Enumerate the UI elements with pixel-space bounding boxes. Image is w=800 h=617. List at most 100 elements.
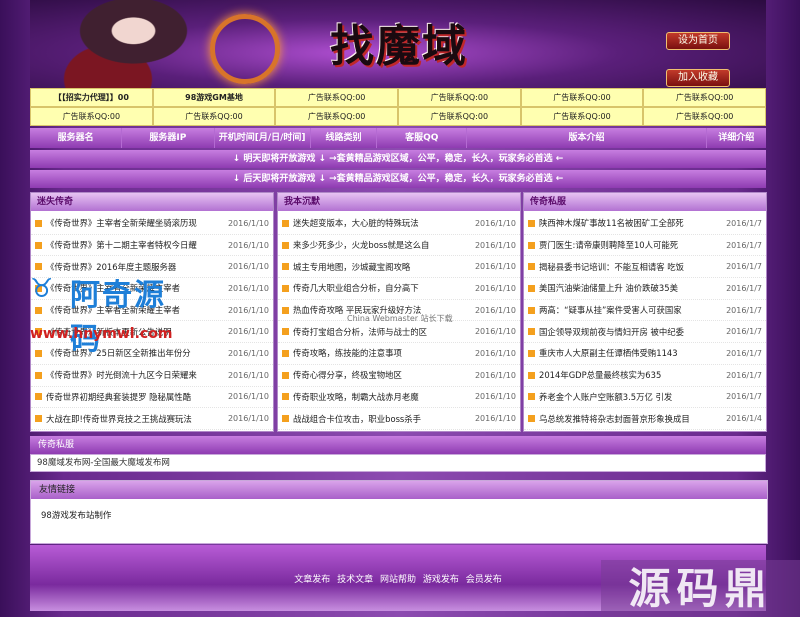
list-item[interactable]: 传奇打宝组合分析，法师与战士的区 2016/1/10 — [278, 321, 520, 344]
list-item[interactable]: 迷失超变版本，大心脏的特殊玩法 2016/1/10 — [278, 213, 520, 235]
bullet-icon — [528, 349, 535, 357]
col-open-time: 开机时间[月/日/时间] — [215, 128, 311, 148]
ad-cell[interactable]: 98游戏GM基地 — [152, 88, 276, 107]
sifu-bar: 传奇私服 98魔域发布网-全国最大魔域发布网 — [30, 436, 766, 472]
col-detail: 详细介绍 — [718, 133, 755, 143]
col-server-ip: 服务器IP — [122, 128, 215, 148]
ad-cell[interactable]: 【【招实力代理】】00 — [30, 88, 153, 107]
bullet-icon — [282, 306, 289, 314]
bullet-icon — [35, 371, 42, 379]
list-item[interactable]: 两高：“疑事从挂”案件受害人可获国家 2016/1/7 — [524, 300, 766, 322]
ad-cell[interactable]: 广告联系QQ:00 — [520, 88, 644, 107]
list-item[interactable]: 传奇几大职业组合分析，自分高下 2016/1/10 — [278, 278, 520, 300]
header-ring-icon — [210, 14, 280, 84]
bullet-icon — [528, 393, 535, 401]
ad-cell[interactable]: 广告联系QQ:00 — [397, 107, 521, 126]
list-item[interactable]: 贾门医生:请帝康则聘降至10人可能死 2016/1/7 — [524, 235, 766, 257]
notice-day-after: ↓ 后天即将开放游戏 ↓ →套黄精品游戏区域，公平，稳定，长久，玩家务必首选 ← — [30, 170, 766, 188]
list-item[interactable]: 传奇攻略，练技能的注意事项 2016/1/10 — [278, 343, 520, 365]
friend-links-title: 友情链接 — [31, 481, 767, 499]
ad-cell[interactable]: 广告联系QQ:00 — [643, 107, 766, 126]
bullet-icon — [282, 415, 289, 423]
list-item[interactable]: 陕西神木煤矿事故11名被困矿工全部死 2016/1/7 — [524, 213, 766, 235]
col-line-type: 线路类别 — [311, 128, 378, 148]
site-logo[interactable]: 找魔域 — [330, 12, 500, 82]
bullet-icon — [528, 371, 535, 379]
col-version: 版本介绍 — [467, 128, 707, 148]
bullet-icon — [528, 263, 535, 271]
list-item[interactable]: 来多少死多少，火龙boss就是这么自 2016/1/10 — [278, 235, 520, 257]
col-service-qq: 客服QQ — [377, 128, 468, 148]
list-item[interactable]: 重庆市人大原副主任谭栖伟受贿1143 2016/1/7 — [524, 343, 766, 365]
list-item[interactable]: 《传奇世界》时光倒流十九区今日荣耀来 2016/1/10 — [31, 365, 273, 387]
panel-title: 我本沉默 — [278, 193, 520, 211]
add-favorite-button[interactable]: 加入收藏 — [666, 69, 730, 87]
bullet-icon — [35, 219, 42, 227]
server-table-header: 服务器名 服务器IP 开机时间[月/日/时间] 线路类别 客服QQ 版本介绍 详… — [30, 128, 766, 148]
ad-grid: 【【招实力代理】】00 98游戏GM基地 广告联系QQ:00 广告联系QQ:00… — [30, 88, 766, 126]
list-item[interactable]: 养老金个人账户空账额3.5万亿 引发 2016/1/7 — [524, 387, 766, 409]
friend-links: 友情链接 98游戏发布站制作 — [30, 480, 768, 544]
footer-link[interactable]: 网站帮助 — [380, 575, 416, 585]
bullet-icon — [528, 306, 535, 314]
list-item[interactable]: 战战组合卡位攻击，职业boss杀手 2016/1/10 — [278, 408, 520, 430]
bullet-icon — [282, 263, 289, 271]
ad-cell[interactable]: 广告联系QQ:00 — [275, 88, 398, 107]
list-item[interactable]: 美国汽油柴油储量上升 油价跌破35美 2016/1/7 — [524, 278, 766, 300]
list-item[interactable]: 揭秘县委书记培训：不能互相请客 吃饭 2016/1/7 — [524, 256, 766, 279]
footer-link[interactable]: 会员发布 — [466, 575, 502, 585]
footer-link[interactable]: 游戏发布 — [423, 575, 459, 585]
article-list: 陕西神木煤矿事故11名被困矿工全部死 2016/1/7 贾门医生:请帝康则聘降至1… — [524, 211, 766, 430]
bull-logo-icon: ♉ — [30, 274, 54, 304]
col-server-name: 服务器名 — [30, 128, 123, 148]
bullet-icon — [528, 241, 535, 249]
list-item[interactable]: 《传奇世界》主宰者全新荣耀坐骑滚历现 2016/1/10 — [31, 213, 273, 235]
ad-cell[interactable]: 广告联系QQ:00 — [30, 107, 153, 126]
list-item[interactable]: 传奇世界初期经典套装提罗 隐秘属性酷 2016/1/10 — [31, 387, 273, 409]
bullet-icon — [282, 328, 289, 336]
ad-cell[interactable]: 广告联系QQ:00 — [520, 107, 644, 126]
bullet-icon — [282, 371, 289, 379]
list-item[interactable]: 传奇职业攻略，制霸大战赤月老魔 2016/1/10 — [278, 387, 520, 409]
watermark-url: www.hnymwl.com — [30, 326, 173, 342]
bullet-icon — [35, 241, 42, 249]
header-character-image — [40, 0, 210, 88]
friend-link[interactable]: 98游戏发布站制作 — [31, 499, 767, 531]
list-item[interactable]: 大战在即!传奇世界竞技之王挑战赛玩法 2016/1/10 — [31, 408, 273, 430]
sifu-bar-title: 传奇私服 — [30, 436, 766, 454]
list-item[interactable]: 乌总统发推特将杂志封面普京形象换成目 2016/1/4 — [524, 408, 766, 430]
china-webmaster-watermark: China Webmaster 站长下载 — [347, 314, 453, 323]
footer-link[interactable]: 文章发布 — [294, 575, 330, 585]
bullet-icon — [528, 284, 535, 292]
sifu-bar-body[interactable]: 98魔域发布网-全国最大魔域发布网 — [30, 454, 766, 472]
bullet-icon — [35, 393, 42, 401]
ad-cell[interactable]: 广告联系QQ:00 — [152, 107, 276, 126]
watermark-brand: 阿奇源码 — [70, 278, 166, 357]
bullet-icon — [282, 349, 289, 357]
list-item[interactable]: 《传奇世界》第十二期主宰者特权今日耀 2016/1/10 — [31, 235, 273, 257]
bullet-icon — [282, 393, 289, 401]
ad-cell[interactable]: 广告联系QQ:00 — [397, 88, 521, 107]
bullet-icon — [282, 284, 289, 292]
bullet-icon — [35, 415, 42, 423]
brand-watermark: ♉ 阿奇源码 www.hnymwl.com — [30, 266, 190, 357]
list-item[interactable]: 国企领导双规前夜与情妇开房 被中纪委 2016/1/7 — [524, 321, 766, 344]
notice-tomorrow: ↓ 明天即将开放游戏 ↓ →套黄精品游戏区域，公平，稳定，长久，玩家务必首选 ← — [30, 150, 766, 168]
panel-title: 迷失传奇 — [31, 193, 273, 211]
bullet-icon — [282, 219, 289, 227]
list-item[interactable]: 传奇心得分享，终极宝物地区 2016/1/10 — [278, 365, 520, 387]
bullet-icon — [528, 328, 535, 336]
footer-link[interactable]: 技术文章 — [337, 575, 373, 585]
ad-cell[interactable]: 广告联系QQ:00 — [275, 107, 398, 126]
set-homepage-button[interactable]: 设为首页 — [666, 32, 730, 50]
panel-sifu: 传奇私服 陕西神木煤矿事故11名被困矿工全部死 2016/1/7 贾门医生:请帝康… — [523, 192, 767, 432]
bullet-icon — [528, 415, 535, 423]
site-header: 找魔域 设为首页 加入收藏 — [30, 0, 766, 88]
bullet-icon — [35, 349, 42, 357]
panel-chenmo: 我本沉默 迷失超变版本，大心脏的特殊玩法 2016/1/10 来多少死多少，火龙b… — [277, 192, 521, 432]
list-item[interactable]: 2014年GDP总量最终核实为635 2016/1/7 — [524, 365, 766, 387]
bullet-icon — [282, 241, 289, 249]
ad-cell[interactable]: 广告联系QQ:00 — [643, 88, 766, 107]
corner-watermark: 源码鼎 — [601, 560, 800, 617]
list-item[interactable]: 城主专用地图，沙城藏宝阁攻略 2016/1/10 — [278, 256, 520, 279]
